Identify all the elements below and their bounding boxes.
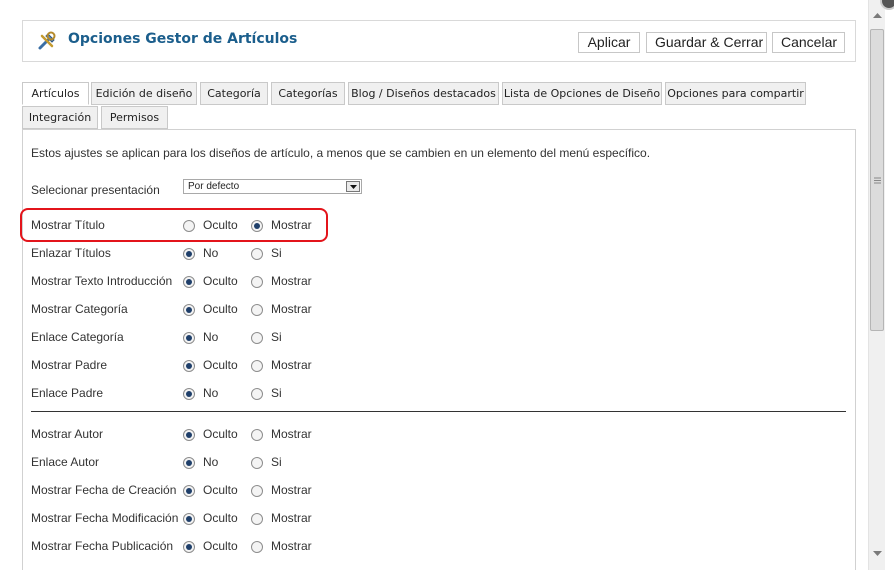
- radio-label: Oculto: [203, 274, 238, 288]
- radio-label: Mostrar: [271, 511, 312, 525]
- radio-button[interactable]: [183, 541, 195, 553]
- radio-label: Mostrar: [271, 358, 312, 372]
- radio-label: Oculto: [203, 302, 238, 316]
- radio-label: Mostrar: [271, 483, 312, 497]
- radio-button[interactable]: [251, 388, 263, 400]
- radio-button[interactable]: [251, 541, 263, 553]
- tab-opciones-compartir[interactable]: Opciones para compartir: [665, 82, 806, 105]
- radio-button[interactable]: [251, 513, 263, 525]
- radio-button[interactable]: [251, 360, 263, 372]
- radio-label: Oculto: [203, 218, 238, 232]
- radio-label: No: [203, 386, 219, 400]
- scroll-up-arrow-icon[interactable]: [872, 8, 883, 18]
- dropdown-arrow-icon[interactable]: [346, 181, 360, 192]
- radio-label: Mostrar: [271, 302, 312, 316]
- radio-label: Oculto: [203, 427, 238, 441]
- radio-label: Mostrar: [271, 274, 312, 288]
- radio-label: Mostrar: [271, 218, 312, 232]
- options-dialog: Opciones Gestor de Artículos Aplicar Gua…: [0, 0, 868, 570]
- option-label: Mostrar Autor: [31, 427, 104, 441]
- radio-label: Oculto: [203, 539, 238, 553]
- option-label: Enlace Autor: [31, 455, 100, 469]
- radio-label: Mostrar: [271, 427, 312, 441]
- grip-icon: [874, 177, 881, 184]
- radio-button[interactable]: [183, 388, 195, 400]
- radio-button[interactable]: [183, 360, 195, 372]
- tab-articulos[interactable]: Artículos: [22, 82, 89, 105]
- option-label: Mostrar Categoría: [31, 302, 128, 316]
- option-label: Mostrar Fecha Modificación: [31, 511, 179, 525]
- option-label: Mostrar Título: [31, 218, 105, 232]
- tab-integracion[interactable]: Integración: [22, 106, 98, 129]
- layout-select-value: Por defecto: [188, 181, 240, 192]
- apply-button[interactable]: Aplicar: [578, 32, 640, 53]
- radio-button[interactable]: [183, 332, 195, 344]
- option-label: Enlace Padre: [31, 386, 104, 400]
- save-close-button[interactable]: Guardar & Cerrar: [646, 32, 767, 53]
- radio-label: No: [203, 455, 219, 469]
- radio-label: Si: [271, 386, 282, 400]
- radio-button[interactable]: [183, 429, 195, 441]
- radio-button[interactable]: [183, 513, 195, 525]
- radio-label: Si: [271, 330, 282, 344]
- radio-label: No: [203, 246, 219, 260]
- intro-text: Estos ajustes se aplican para los diseño…: [31, 146, 651, 160]
- radio-button[interactable]: [251, 457, 263, 469]
- scrollbar-thumb[interactable]: [870, 29, 884, 331]
- cancel-button[interactable]: Cancelar: [772, 32, 845, 53]
- tools-icon: [37, 31, 57, 51]
- radio-label: Oculto: [203, 483, 238, 497]
- window-edge: [885, 0, 894, 570]
- radio-label: Si: [271, 246, 282, 260]
- radio-label: Si: [271, 455, 282, 469]
- option-label: Mostrar Padre: [31, 358, 108, 372]
- radio-label: No: [203, 330, 219, 344]
- radio-button[interactable]: [251, 332, 263, 344]
- radio-label: Mostrar: [271, 539, 312, 553]
- radio-button[interactable]: [183, 248, 195, 260]
- toolbar-header: Opciones Gestor de Artículos Aplicar Gua…: [22, 20, 856, 62]
- radio-button[interactable]: [251, 248, 263, 260]
- radio-label: Oculto: [203, 511, 238, 525]
- radio-label: Oculto: [203, 358, 238, 372]
- radio-button[interactable]: [251, 276, 263, 288]
- layout-select[interactable]: Por defecto: [183, 179, 362, 194]
- option-label: Enlazar Títulos: [31, 246, 111, 260]
- option-label: Mostrar Fecha Publicación: [31, 539, 174, 553]
- radio-button[interactable]: [251, 220, 263, 232]
- vertical-scrollbar[interactable]: [868, 0, 885, 570]
- radio-button[interactable]: [183, 304, 195, 316]
- page-title: Opciones Gestor de Artículos: [68, 31, 298, 47]
- option-label: Mostrar Fecha de Creación: [31, 483, 177, 497]
- radio-button[interactable]: [251, 485, 263, 497]
- tab-blog-disenos[interactable]: Blog / Diseños destacados: [348, 82, 499, 105]
- radio-button[interactable]: [183, 220, 195, 232]
- radio-button[interactable]: [183, 457, 195, 469]
- scroll-down-arrow-icon[interactable]: [872, 547, 883, 557]
- tab-categoria[interactable]: Categoría: [200, 82, 268, 105]
- tab-categorias[interactable]: Categorías: [271, 82, 345, 105]
- radio-button[interactable]: [183, 276, 195, 288]
- layout-label: Selecionar presentación: [31, 183, 160, 197]
- radio-button[interactable]: [251, 304, 263, 316]
- option-label: Mostrar Texto Introducción: [31, 274, 173, 288]
- option-label: Enlace Categoría: [31, 330, 124, 344]
- section-divider: [31, 411, 846, 412]
- tab-lista-opciones[interactable]: Lista de Opciones de Diseño: [502, 82, 662, 105]
- radio-button[interactable]: [251, 429, 263, 441]
- tab-permisos[interactable]: Permisos: [101, 106, 168, 129]
- radio-button[interactable]: [183, 485, 195, 497]
- tab-edicion-diseno[interactable]: Edición de diseño: [91, 82, 197, 105]
